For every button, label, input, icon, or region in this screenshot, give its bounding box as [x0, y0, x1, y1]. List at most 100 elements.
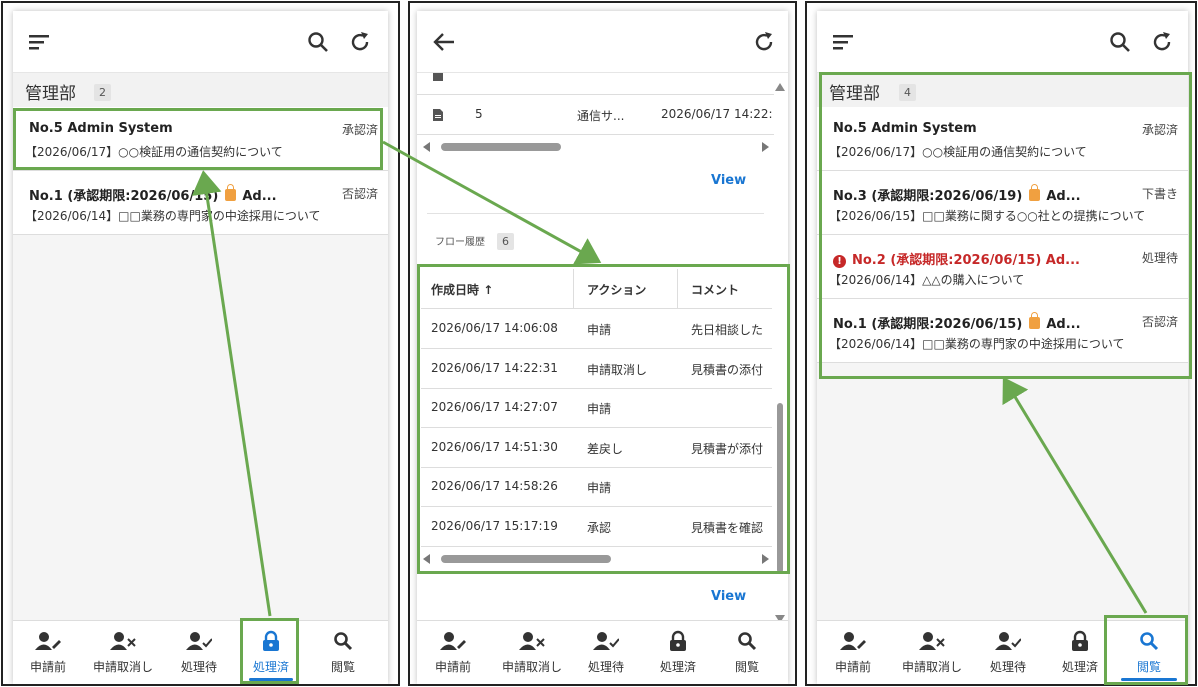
- nav-label: 処理待: [989, 660, 1026, 674]
- back-arrow-icon[interactable]: [431, 29, 457, 55]
- person-check-icon: [593, 630, 619, 652]
- nav-label: 申請取消し: [901, 660, 962, 674]
- horizontal-scrollbar[interactable]: [423, 553, 769, 565]
- nav-tab-browse[interactable]: 閲覧: [713, 621, 781, 684]
- horizontal-scrollbar[interactable]: [423, 141, 769, 153]
- nav-tab-pre-application[interactable]: 申請前: [817, 621, 889, 684]
- flow-history-table: 作成日時 ↑ アクション コメント 2026/06/17 14:06:08 申請 先…: [421, 269, 772, 565]
- search-icon[interactable]: [305, 29, 331, 55]
- lock-icon: [669, 630, 687, 652]
- person-check-icon: [186, 630, 212, 652]
- table-row[interactable]: 2026/06/17 14:51:30 差戻し 見積書が添付: [421, 428, 772, 468]
- status-label: 否認済: [1141, 315, 1178, 329]
- nav-tab-cancel[interactable]: 申請取消し: [83, 621, 163, 684]
- table-row[interactable]: 2026/06/17 14:58:26 申請: [421, 467, 772, 508]
- nav-tab-processed[interactable]: 処理済: [1045, 621, 1115, 684]
- nav-label: 閲覧: [330, 660, 355, 674]
- vertical-scrollbar[interactable]: [774, 83, 786, 623]
- item-subtitle: 【2026/06/15】□□業務に関する○○社との提携について: [829, 209, 1146, 223]
- person-check-icon: [995, 630, 1021, 652]
- nav-tab-pre-application[interactable]: 申請前: [13, 621, 83, 684]
- table-cell-date: 2026/06/17 14:22:31: [431, 360, 558, 375]
- item-title: No.3 (承認期限:2026/06/19) Ad...: [833, 184, 1081, 204]
- search-icon[interactable]: [1107, 29, 1133, 55]
- item-title: No.1 (承認期限:2026/06/15) Ad...: [29, 184, 277, 204]
- menu-icon[interactable]: [27, 29, 53, 55]
- person-edit-icon: [840, 630, 866, 652]
- nav-tab-pending[interactable]: 処理待: [575, 621, 637, 684]
- group-title: 管理部: [829, 84, 880, 104]
- nav-label: 申請取消し: [92, 660, 153, 674]
- list-item[interactable]: No.1 (承認期限:2026/06/15) Ad... 否認済 【2026/0…: [817, 299, 1188, 363]
- nav-label: 処理済: [1061, 660, 1098, 674]
- group-count-badge: 4: [899, 84, 916, 101]
- phone-frame: 5 通信サ... 2026/06/17 14:22: View フロー履歴 6 …: [417, 11, 788, 684]
- status-label: 否認済: [341, 187, 378, 201]
- nav-label: 処理待: [180, 660, 217, 674]
- table-header-row: 作成日時 ↑ アクション コメント: [421, 269, 772, 309]
- screen-right-browse: 管理部 4 No.5 Admin System 承認済 【2026/06/17】…: [805, 1, 1197, 686]
- table-row[interactable]: 2026/06/17 14:27:07 申請: [421, 388, 772, 429]
- nav-tab-processed[interactable]: 処理済: [235, 621, 307, 684]
- group-header: 管理部 4: [817, 73, 1188, 107]
- phone-frame: 管理部 4 No.5 Admin System 承認済 【2026/06/17】…: [817, 11, 1188, 684]
- app-bar: [13, 11, 388, 73]
- item-title: No.5 Admin System: [833, 121, 977, 136]
- app-bar: [417, 11, 788, 73]
- table-row[interactable]: 2026/06/17 15:17:19 承認 見積書を確認: [421, 507, 772, 547]
- table-cell-action: 承認: [587, 521, 612, 535]
- nav-tab-browse[interactable]: 閲覧: [1115, 621, 1183, 684]
- search-icon: [333, 630, 353, 652]
- nav-label: 申請取消し: [501, 660, 562, 674]
- nav-tab-processed[interactable]: 処理済: [643, 621, 713, 684]
- column-header-created[interactable]: 作成日時 ↑: [431, 281, 493, 298]
- view-link[interactable]: View: [711, 173, 746, 188]
- table-row[interactable]: 2026/06/17 14:06:08 申請 先日相談した: [421, 309, 772, 349]
- bottom-nav: 申請前 申請取消し 処理待 処理済 閲覧: [13, 620, 388, 684]
- item-title-suffix: Ad...: [242, 189, 277, 204]
- list-item[interactable]: No.5 Admin System 承認済 【2026/06/17】○○検証用の…: [13, 107, 388, 171]
- nav-label: 申請前: [834, 660, 871, 674]
- table-cell-name: 通信サ...: [577, 109, 625, 123]
- table-row[interactable]: 2026/06/17 14:22:31 申請取消し 見積書の添付: [421, 349, 772, 389]
- table-row[interactable]: 5 通信サ... 2026/06/17 14:22:: [417, 95, 774, 135]
- nav-tab-cancel[interactable]: 申請取消し: [889, 621, 975, 684]
- nav-tab-pre-application[interactable]: 申請前: [417, 621, 489, 684]
- request-list: No.5 Admin System 承認済 【2026/06/17】○○検証用の…: [817, 107, 1188, 363]
- active-tab-indicator: [1121, 678, 1177, 681]
- alert-icon: !: [833, 255, 846, 268]
- column-header-action[interactable]: アクション: [587, 281, 646, 298]
- screen-middle-detail: 5 通信サ... 2026/06/17 14:22: View フロー履歴 6 …: [408, 1, 797, 686]
- item-title: No.1 (承認期限:2026/06/15) Ad...: [833, 312, 1081, 332]
- request-list: No.5 Admin System 承認済 【2026/06/17】○○検証用の…: [13, 107, 388, 235]
- column-header-comment[interactable]: コメント: [691, 281, 739, 298]
- group-header: 管理部 2: [13, 73, 388, 107]
- column-header-label: 作成日時: [431, 283, 480, 297]
- table-cell-comment: 見積書を確認: [691, 521, 764, 535]
- nav-tab-pending[interactable]: 処理待: [975, 621, 1041, 684]
- refresh-icon[interactable]: [751, 29, 777, 55]
- nav-tab-browse[interactable]: 閲覧: [307, 621, 379, 684]
- table-cell-date: 2026/06/17 14:06:08: [431, 321, 558, 335]
- item-subtitle: 【2026/06/17】○○検証用の通信契約について: [829, 145, 1087, 159]
- menu-icon[interactable]: [831, 29, 857, 55]
- refresh-icon[interactable]: [347, 29, 373, 55]
- lock-icon: [1071, 630, 1089, 652]
- list-item[interactable]: No.1 (承認期限:2026/06/15) Ad... 否認済 【2026/0…: [13, 171, 388, 235]
- table-cell-action: 申請取消し: [587, 362, 648, 377]
- view-link[interactable]: View: [711, 589, 746, 604]
- nav-tab-cancel[interactable]: 申請取消し: [489, 621, 575, 684]
- nav-label: 処理済: [252, 660, 289, 674]
- refresh-icon[interactable]: [1149, 29, 1175, 55]
- nav-tab-pending[interactable]: 処理待: [163, 621, 235, 684]
- list-item[interactable]: No.5 Admin System 承認済 【2026/06/17】○○検証用の…: [817, 107, 1188, 171]
- list-item[interactable]: No.3 (承認期限:2026/06/19) Ad... 下書き 【2026/0…: [817, 171, 1188, 235]
- list-item[interactable]: ! No.2 (承認期限:2026/06/15) Ad... 処理待 【2026/…: [817, 235, 1188, 299]
- sort-up-icon: ↑: [483, 283, 494, 297]
- table-row[interactable]: [417, 73, 774, 95]
- table-cell-comment: 見積書が添付: [691, 441, 764, 456]
- item-subtitle: 【2026/06/14】□□業務の専門家の中途採用について: [829, 337, 1125, 351]
- status-label: 承認済: [1141, 123, 1178, 137]
- item-subtitle: 【2026/06/14】□□業務の専門家の中途採用について: [25, 209, 321, 223]
- table-cell-date: 2026/06/17 14:58:26: [431, 479, 558, 494]
